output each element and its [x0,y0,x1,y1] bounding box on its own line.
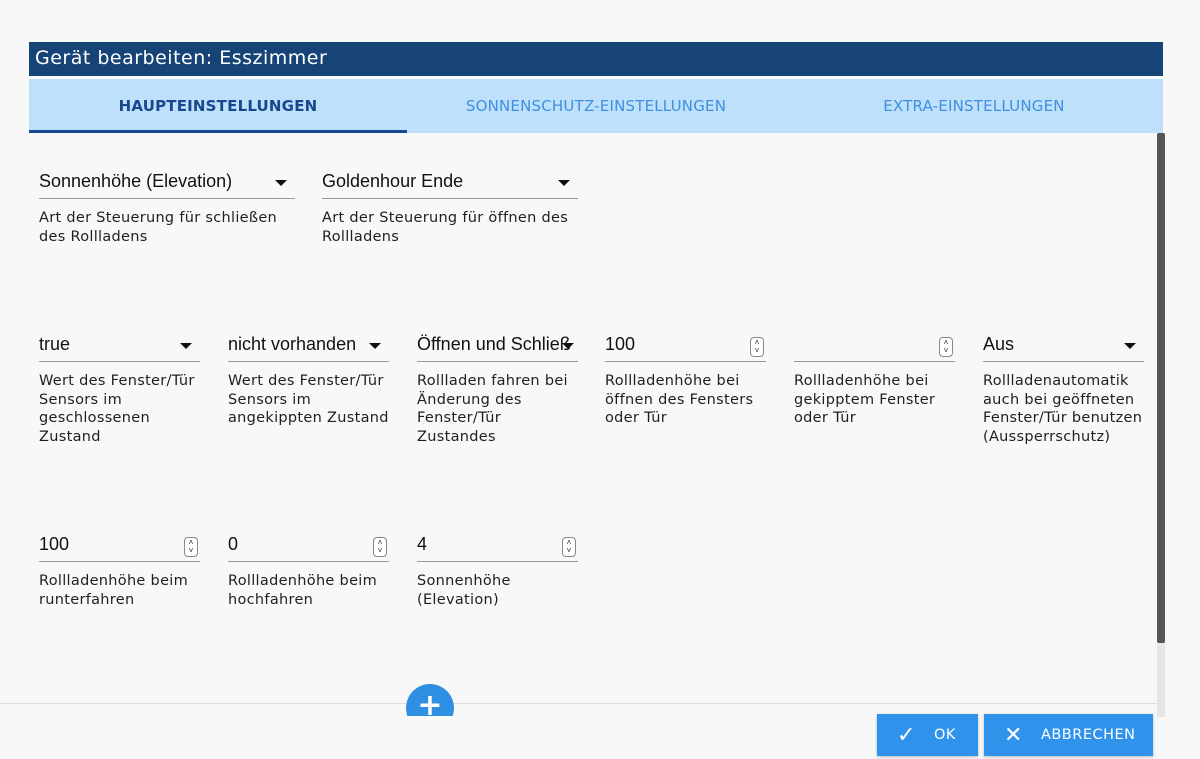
caret-down-icon [1124,343,1136,349]
sensor-tilted-value-field: nicht vorhanden Wert des Fenster/Tür Sen… [228,326,389,428]
height-open-window-input[interactable]: 100 ˄ ˅ [605,326,766,362]
ok-button[interactable]: ✓ OK [877,714,978,756]
sun-elevation-input[interactable]: 4 ˄ ˅ [417,526,578,562]
open-control-type-help: Art der Steuerung für öffnen des Rolllad… [322,210,569,245]
tab-extra-einstellungen[interactable]: EXTRA-EINSTELLUNGEN [785,79,1163,133]
close-control-type-value: Sonnenhöhe (Elevation) [39,171,233,191]
height-down-help: Rollladenhöhe beim runterfahren [39,573,189,608]
height-down-field: 100 ˄ ˅ Rollladenhöhe beim runterfahren [39,526,200,609]
sensor-closed-value-field: true Wert des Fenster/Tür Sensors im ges… [39,326,200,446]
window-change-behavior-select[interactable]: Öffnen und Schließ [417,326,578,362]
sun-elevation-field: 4 ˄ ˅ Sonnenhöhe (Elevation) [417,526,578,609]
height-open-window-value: 100 [605,334,636,354]
height-open-window-help: Rollladenhöhe bei öffnen des Fensters od… [605,373,754,426]
height-open-window-field: 100 ˄ ˅ Rollladenhöhe bei öffnen des Fens… [605,326,766,428]
close-control-type-help: Art der Steuerung für schließen des Roll… [39,210,278,245]
caret-down-icon [558,180,570,186]
lockout-protection-field: Aus Rollladenautomatik auch bei geöffnet… [983,326,1144,446]
scrollbar[interactable] [1157,133,1165,717]
check-icon: ✓ [897,722,916,748]
height-up-help: Rollladenhöhe beim hochfahren [228,573,378,608]
spinner-icon[interactable]: ˄ ˅ [184,537,198,557]
lockout-protection-value: Aus [983,334,1015,354]
sensor-tilted-help: Wert des Fenster/Tür Sensors im angekipp… [228,373,389,426]
height-down-input[interactable]: 100 ˄ ˅ [39,526,200,562]
spinner-icon[interactable]: ˄ ˅ [373,537,387,557]
spinner-icon[interactable]: ˄ ˅ [750,337,764,357]
close-icon: ✕ [1004,722,1023,748]
footer-divider [0,703,1157,704]
caret-down-icon [562,343,574,349]
lockout-protection-select[interactable]: Aus [983,326,1144,362]
dialog-title: Gerät bearbeiten: Esszimmer [29,42,1163,76]
sensor-tilted-value: nicht vorhanden [228,334,357,354]
tab-bar: HAUPTEINSTELLUNGEN SONNENSCHUTZ-EINSTELL… [29,79,1163,133]
settings-form: Sonnenhöhe (Elevation) Art der Steuerung… [29,133,1163,702]
height-up-field: 0 ˄ ˅ Rollladenhöhe beim hochfahren [228,526,389,609]
window-change-behavior-field: Öffnen und Schließ Rollladen fahren bei … [417,326,578,446]
sensor-tilted-value-select[interactable]: nicht vorhanden [228,326,389,362]
caret-down-icon [275,180,287,186]
spinner-icon[interactable]: ˄ ˅ [562,537,576,557]
close-control-type-select[interactable]: Sonnenhöhe (Elevation) [39,163,295,199]
sensor-closed-value: true [39,334,71,354]
height-down-value: 100 [39,534,70,554]
fab-clip [400,716,460,759]
window-change-behavior-help: Rollladen fahren bei Änderung des Fenste… [417,373,568,445]
height-tilted-window-help: Rollladenhöhe bei gekipptem Fenster oder… [794,373,936,426]
open-control-type-select[interactable]: Goldenhour Ende [322,163,578,199]
open-control-type-value: Goldenhour Ende [322,171,464,191]
sun-elevation-help: Sonnenhöhe (Elevation) [417,573,511,608]
height-up-value: 0 [228,534,239,554]
height-tilted-window-input[interactable]: ˄ ˅ [794,326,955,362]
caret-down-icon [369,343,381,349]
sensor-closed-help: Wert des Fenster/Tür Sensors im geschlos… [39,373,195,445]
cancel-button-label: ABBRECHEN [1040,727,1136,743]
window-change-behavior-value: Öffnen und Schließ [417,334,571,354]
scrollbar-thumb[interactable] [1157,133,1165,643]
open-control-type-field: Goldenhour Ende Art der Steuerung für öf… [322,163,578,246]
cancel-button[interactable]: ✕ ABBRECHEN [984,714,1153,756]
ok-button-label: OK [933,727,956,743]
sun-elevation-value: 4 [417,534,428,554]
caret-down-icon [180,343,192,349]
sensor-closed-value-select[interactable]: true [39,326,200,362]
height-up-input[interactable]: 0 ˄ ˅ [228,526,389,562]
height-tilted-window-field: ˄ ˅ Rollladenhöhe bei gekipptem Fenster o… [794,326,955,428]
tab-haupteinstellungen[interactable]: HAUPTEINSTELLUNGEN [29,79,407,133]
close-control-type-field: Sonnenhöhe (Elevation) Art der Steuerung… [39,163,295,246]
spinner-icon[interactable]: ˄ ˅ [939,337,953,357]
tab-sonnenschutz-einstellungen[interactable]: SONNENSCHUTZ-EINSTELLUNGEN [407,79,785,133]
lockout-protection-help: Rollladenautomatik auch bei geöffneten F… [983,373,1143,445]
